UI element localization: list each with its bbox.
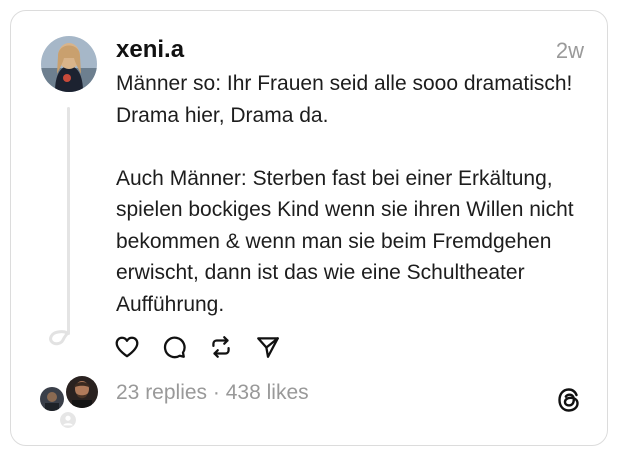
post-paragraph: Auch Männer: Sterben fast bei einer Erkä… — [116, 166, 574, 316]
like-button[interactable] — [114, 334, 140, 360]
threads-logo-icon[interactable] — [555, 386, 583, 414]
reply-avatar — [66, 376, 98, 408]
repost-button[interactable] — [208, 334, 234, 360]
heart-icon — [115, 336, 139, 358]
author-username[interactable]: xeni.a — [116, 36, 184, 64]
send-icon — [257, 337, 279, 358]
replies-count[interactable]: 23 replies — [116, 381, 207, 404]
reply-avatar-placeholder — [60, 412, 76, 428]
stats-separator: · — [212, 381, 220, 404]
author-avatar[interactable] — [41, 36, 97, 92]
user-icon — [60, 412, 76, 428]
comment-bubble-icon — [163, 336, 186, 359]
reply-avatar — [40, 387, 64, 411]
avatar-image — [66, 376, 98, 408]
post-timestamp: 2w — [555, 38, 584, 63]
thread-loop-icon — [49, 330, 69, 346]
likes-count[interactable]: 438 likes — [226, 381, 309, 404]
share-button[interactable] — [255, 334, 281, 360]
avatar-image — [41, 36, 97, 92]
reply-button[interactable] — [161, 334, 187, 360]
repost-icon — [212, 336, 230, 358]
post-body: Männer so: Ihr Frauen seid alle sooo dra… — [116, 68, 596, 320]
action-bar — [114, 334, 302, 360]
post-paragraph: Männer so: Ihr Frauen seid alle sooo dra… — [116, 72, 573, 127]
thread-connector-line — [67, 107, 70, 335]
post-stats: 23 replies · 438 likes — [116, 381, 309, 405]
avatar-image — [40, 387, 64, 411]
